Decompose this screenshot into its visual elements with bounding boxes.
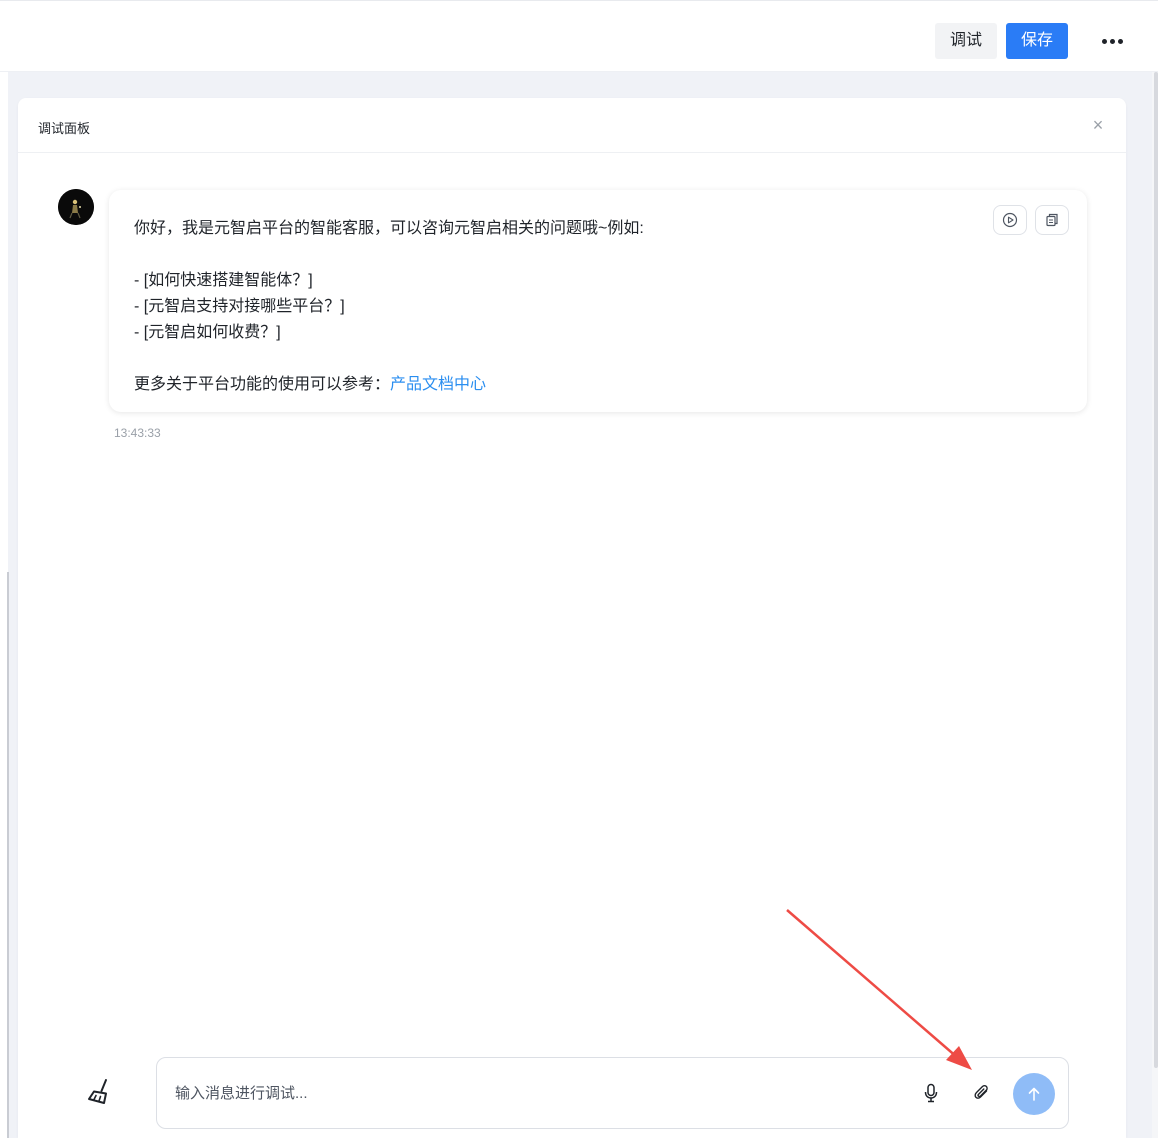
message-example-2: - [元智启支持对接哪些平台？] (134, 298, 345, 315)
clear-history-button[interactable] (80, 1072, 120, 1112)
copy-button[interactable] (1035, 205, 1069, 235)
more-dot (1101, 38, 1107, 44)
more-dot (1117, 38, 1123, 44)
voice-input-button[interactable] (919, 1080, 943, 1106)
message-example-1: - [如何快速搭建智能体？] (134, 272, 313, 289)
message-more-line: 更多关于平台功能的使用可以参考：产品文档中心 (134, 370, 486, 394)
message-more-prefix: 更多关于平台功能的使用可以参考： (134, 376, 391, 393)
debug-panel: 调试面板 × 你好，我是元智启平台的智能客服，可以咨询元智启相关的问题哦~例如:… (18, 98, 1126, 1138)
avatar (58, 189, 94, 225)
avatar-image (58, 189, 94, 225)
debug-button[interactable]: 调试 (935, 23, 997, 59)
close-icon[interactable]: × (1088, 115, 1108, 135)
play-icon (1002, 212, 1018, 228)
paperclip-icon (974, 1084, 988, 1099)
assistant-message-bubble: 你好，我是元智启平台的智能客服，可以咨询元智启相关的问题哦~例如: - [如何快… (109, 190, 1087, 412)
debug-panel-header: 调试面板 × (18, 98, 1126, 153)
left-divider (7, 572, 9, 1138)
play-button[interactable] (993, 205, 1027, 235)
page-scrollbar-thumb[interactable] (1154, 72, 1158, 1068)
send-arrow-icon (1028, 1087, 1040, 1101)
message-greeting: 你好，我是元智启平台的智能客服，可以咨询元智启相关的问题哦~例如: (134, 220, 644, 237)
attach-file-button[interactable] (970, 1080, 994, 1106)
more-icon[interactable] (1094, 23, 1130, 59)
top-toolbar: 调试 保存 (0, 0, 1158, 72)
docs-center-link[interactable]: 产品文档中心 (390, 376, 486, 393)
message-example-3: - [元智启如何收费？] (134, 324, 281, 341)
microphone-icon (924, 1083, 938, 1103)
broom-icon (88, 1079, 107, 1104)
more-dot (1109, 38, 1115, 44)
message-timestamp: 13:43:33 (114, 426, 161, 440)
chat-input-box (156, 1057, 1069, 1129)
chat-input[interactable] (175, 1080, 895, 1106)
save-button[interactable]: 保存 (1006, 23, 1068, 59)
send-button[interactable] (1013, 1073, 1055, 1115)
panel-title: 调试面板 (38, 121, 91, 136)
copy-icon (1046, 213, 1058, 227)
